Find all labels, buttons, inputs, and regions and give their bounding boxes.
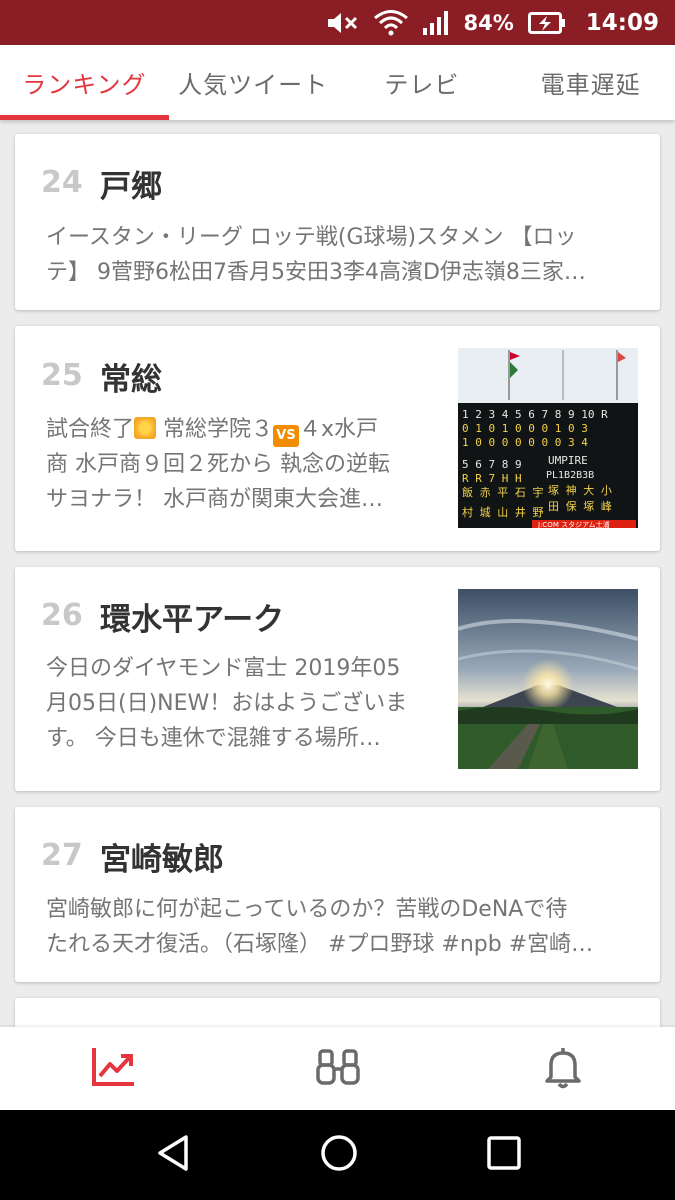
tab-tv[interactable]: テレビ: [338, 45, 507, 120]
rank-number: 24: [41, 165, 83, 200]
description-line: す。 今日も連休で混雑する場所…: [46, 726, 381, 751]
svg-text:1 0 0 0 0 0 0 0 3 4: 1 0 0 0 0 0 0 0 3 4: [462, 436, 588, 449]
tab-popular-tweets[interactable]: 人気ツイート: [169, 45, 338, 120]
item-title: 環水平アーク: [100, 602, 285, 638]
list-item[interactable]: 26 環水平アーク 今日のダイヤモンド富士 2019年05 月05日(日)NEW…: [15, 567, 660, 791]
signal-icon: [422, 10, 450, 36]
rank-number: 25: [41, 358, 83, 393]
svg-text:R R 7 H H: R R 7 H H: [462, 472, 522, 485]
list-item[interactable]: 24 戸郷 イースタン・リーグ ロッテ戦(G球場)スタメン 【ロッ テ】 9菅野…: [15, 134, 660, 310]
item-title: 常総: [100, 362, 162, 398]
description-text: 試合終了: [46, 417, 135, 442]
vs-emoji-icon: VS: [273, 425, 300, 447]
item-description: 試合終了 常総学院３ VS ４x水戸 商 水戸商９回２死から 執念の逆転 サヨナラ！…: [46, 412, 441, 517]
system-navigation-bar: [0, 1110, 675, 1200]
recents-icon[interactable]: [486, 1136, 521, 1174]
clock: 14:09: [585, 9, 659, 36]
trending-chart-icon: [90, 1046, 136, 1092]
description-line: テ】 9菅野6松田7香月5安田3李4高濱D伊志嶺8三家…: [46, 260, 586, 285]
svg-text:5 6 7 8 9: 5 6 7 8 9: [462, 458, 522, 471]
list-item[interactable]: 25 常総 試合終了 常総学院３ VS ４x水戸 商 水戸商９回２死から 執念の逆転…: [15, 326, 660, 551]
description-line: 今日のダイヤモンド富士 2019年05: [46, 656, 401, 681]
svg-text:0 1 0 1 0 0 0 1 0 3: 0 1 0 1 0 0 0 1 0 3: [462, 422, 588, 435]
svg-text:塚 神 大 小: 塚 神 大 小: [548, 483, 612, 497]
list-item[interactable]: [15, 998, 660, 1027]
status-bar: 84% 14:09: [0, 0, 675, 45]
description-text: ４x水戸: [299, 417, 379, 442]
description-line: たれる天才復活。（石塚隆） #プロ野球 #npb #宮崎…: [46, 932, 594, 957]
home-icon[interactable]: [320, 1134, 358, 1176]
bottom-navigation: [0, 1027, 675, 1110]
ranking-list: 24 戸郷 イースタン・リーグ ロッテ戦(G球場)スタメン 【ロッ テ】 9菅野…: [0, 120, 675, 1027]
rank-number: 27: [41, 838, 83, 873]
description-text: 常総学院３: [156, 417, 274, 442]
tab-ranking[interactable]: ランキング: [0, 45, 169, 120]
description-line: 試合終了 常総学院３ VS ４x水戸: [46, 412, 441, 447]
item-description: 今日のダイヤモンド富士 2019年05 月05日(日)NEW！おはようございま …: [46, 651, 441, 756]
nav-notifications[interactable]: [450, 1027, 675, 1110]
svg-text:田 保 塚 峰: 田 保 塚 峰: [548, 499, 612, 513]
diamond-fuji-photo: [458, 589, 638, 769]
battery-charging-icon: [527, 11, 566, 35]
description-line: 月05日(日)NEW！おはようございま: [46, 691, 408, 716]
item-description: 宮崎敏郎に何が起こっているのか？苦戦のDeNAで待 たれる天才復活。（石塚隆） …: [46, 892, 636, 962]
rank-number: 26: [41, 598, 83, 633]
wifi-icon: [373, 9, 408, 36]
tab-train-delay[interactable]: 電車遅延: [506, 45, 675, 120]
svg-text:UMPIRE: UMPIRE: [548, 454, 588, 467]
description-line: イースタン・リーグ ロッテ戦(G球場)スタメン 【ロッ: [46, 225, 577, 250]
list-item[interactable]: 27 宮崎敏郎 宮崎敏郎に何が起こっているのか？苦戦のDeNAで待 たれる天才復…: [15, 807, 660, 982]
description-line: 商 水戸商９回２死から 執念の逆転: [46, 452, 390, 477]
back-icon[interactable]: [155, 1134, 191, 1176]
bell-icon: [543, 1045, 583, 1093]
mute-icon: [326, 10, 360, 36]
svg-text:1 2 3 4 5 6 7 8 9 10 R: 1 2 3 4 5 6 7 8 9 10 R: [462, 408, 608, 421]
svg-text:飯 赤 平 石 宇: 飯 赤 平 石 宇: [462, 485, 544, 499]
battery-percent: 84%: [463, 10, 514, 35]
nav-trending[interactable]: [0, 1027, 225, 1110]
top-tabs: ランキング 人気ツイート テレビ 電車遅延: [0, 45, 675, 120]
svg-text:PL1B2B3B: PL1B2B3B: [546, 470, 594, 481]
description-line: サヨナラ！ 水戸商が関東大会進…: [46, 487, 383, 512]
item-description: イースタン・リーグ ロッテ戦(G球場)スタメン 【ロッ テ】 9菅野6松田7香月…: [46, 220, 636, 290]
description-line: 宮崎敏郎に何が起こっているのか？苦戦のDeNAで待: [46, 897, 568, 922]
svg-text:J:COM スタジアム土浦: J:COM スタジアム土浦: [537, 520, 610, 528]
svg-text:村 城 山 井 野: 村 城 山 井 野: [462, 505, 544, 519]
nav-explore[interactable]: [225, 1027, 450, 1110]
sparkle-emoji-icon: [134, 417, 157, 439]
binoculars-icon: [315, 1047, 360, 1091]
item-title: 宮崎敏郎: [100, 842, 224, 878]
baseball-scoreboard-image: 1 2 3 4 5 6 7 8 9 10 R 0 1 0 1 0 0 0 1 0…: [458, 348, 638, 528]
item-title: 戸郷: [100, 169, 162, 205]
